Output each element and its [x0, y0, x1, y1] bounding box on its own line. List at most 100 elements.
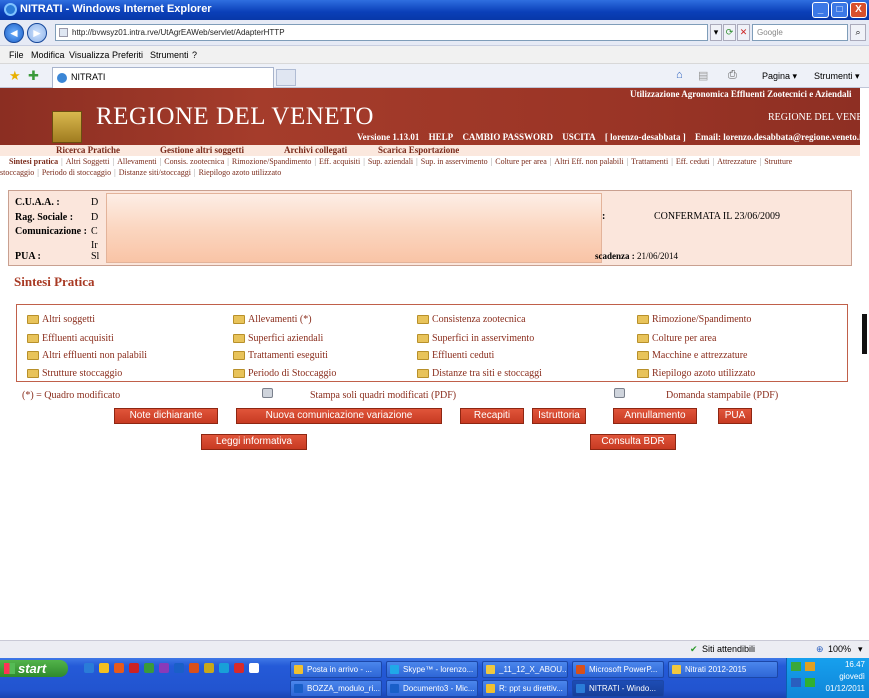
istruttoria-button[interactable]: Istruttoria: [532, 408, 586, 424]
onenote-quicklaunch-icon[interactable]: [159, 663, 169, 673]
link-distanze-siti-stoccaggi[interactable]: Distanze tra siti e stoccaggi: [417, 368, 542, 379]
zoom-level[interactable]: 100%: [828, 644, 851, 654]
taskbar-item[interactable]: Documento3 - Mic...: [386, 680, 478, 697]
nav-ricerca-pratiche[interactable]: Ricerca Pratiche: [56, 145, 120, 155]
new-tab-button[interactable]: [276, 69, 296, 86]
link-altri-soggetti[interactable]: Altri soggetti: [27, 314, 95, 325]
taskbar-item[interactable]: Nitrati 2012-2015: [668, 661, 778, 678]
menu-visualizza[interactable]: Visualizza: [69, 50, 109, 60]
app-quicklaunch-icon[interactable]: [234, 663, 244, 673]
section-nav-link[interactable]: Altri Eff. non palabili: [554, 157, 623, 166]
logout-link[interactable]: USCITA: [562, 132, 595, 142]
link-superfici-aziendali[interactable]: Superfici aziendali: [233, 333, 323, 344]
section-nav-link[interactable]: stoccaggio: [0, 168, 34, 177]
taskbar-item[interactable]: R: ppt su direttiv...: [482, 680, 568, 697]
leggi-informativa-button[interactable]: Leggi informativa: [201, 434, 307, 450]
annullamento-button[interactable]: Annullamento: [613, 408, 697, 424]
menu-help[interactable]: ?: [192, 50, 197, 60]
taskbar-item[interactable]: BOZZA_modulo_ri...: [290, 680, 382, 697]
print-icon[interactable]: ⎙: [728, 69, 737, 82]
section-nav-link[interactable]: Consis. zootecnica: [164, 157, 224, 166]
nav-gestione-altri-soggetti[interactable]: Gestione altri soggetti: [160, 145, 244, 155]
link-allevamenti[interactable]: Allevamenti (*): [233, 314, 312, 325]
taskbar-item[interactable]: Posta in arrivo - ...: [290, 661, 382, 678]
nav-archivi-collegati[interactable]: Archivi collegati: [284, 145, 347, 155]
link-trattamenti-eseguiti[interactable]: Trattamenti eseguiti: [233, 350, 328, 361]
powerpoint-quicklaunch-icon[interactable]: [189, 663, 199, 673]
section-nav-link[interactable]: Periodo di stoccaggio: [42, 168, 111, 177]
section-nav-link[interactable]: Sup. aziendali: [368, 157, 413, 166]
recapiti-button[interactable]: Recapiti: [460, 408, 524, 424]
section-nav-link[interactable]: Altri Soggetti: [66, 157, 110, 166]
outlook-quicklaunch-icon[interactable]: [204, 663, 214, 673]
zoom-dropdown-icon[interactable]: ▾: [858, 644, 863, 655]
search-input[interactable]: Google: [752, 24, 848, 41]
page-menu[interactable]: Pagina ▾: [762, 71, 797, 82]
back-button[interactable]: ◄: [4, 23, 24, 43]
update-icon[interactable]: [805, 678, 815, 687]
word-quicklaunch-icon[interactable]: [174, 663, 184, 673]
section-nav-link[interactable]: Sintesi pratica: [9, 157, 58, 166]
link-riepilogo-azoto[interactable]: Riepilogo azoto utilizzato: [637, 368, 755, 379]
acrobat-quicklaunch-icon[interactable]: [129, 663, 139, 673]
menu-modifica[interactable]: Modifica: [31, 50, 65, 60]
start-button[interactable]: start: [0, 660, 68, 677]
home-icon[interactable]: ⌂: [676, 69, 683, 81]
firefox-quicklaunch-icon[interactable]: [114, 663, 124, 673]
section-nav-link[interactable]: Allevamenti: [117, 157, 157, 166]
minimize-button[interactable]: _: [812, 2, 829, 18]
menu-preferiti[interactable]: Preferiti: [112, 50, 143, 60]
skype-quicklaunch-icon[interactable]: [219, 663, 229, 673]
section-nav-link[interactable]: Rimozione/Spandimento: [232, 157, 312, 166]
tab-nitrati[interactable]: NITRATI: [52, 67, 274, 88]
consulta-bdr-button[interactable]: Consulta BDR: [590, 434, 676, 450]
section-nav-link[interactable]: Eff. acquisiti: [319, 157, 360, 166]
print-application-pdf-link[interactable]: Domanda stampabile (PDF): [666, 390, 778, 401]
forward-button[interactable]: ►: [27, 23, 47, 43]
maximize-button[interactable]: □: [831, 2, 848, 18]
tools-menu[interactable]: Strumenti ▾: [814, 71, 860, 82]
menu-strumenti[interactable]: Strumenti: [150, 50, 189, 60]
taskbar-item[interactable]: Skype™ - lorenzo...: [386, 661, 478, 678]
help-link[interactable]: HELP: [429, 132, 454, 142]
nuova-comunicazione-button[interactable]: Nuova comunicazione variazione: [236, 408, 442, 424]
excel-quicklaunch-icon[interactable]: [144, 663, 154, 673]
section-nav-link[interactable]: Trattamenti: [631, 157, 668, 166]
taskbar-item[interactable]: _11_12_X_ABOU...: [482, 661, 568, 678]
link-periodo-di-stoccaggio[interactable]: Periodo di Stoccaggio: [233, 368, 336, 379]
pua-button[interactable]: PUA: [718, 408, 752, 424]
taskbar-item[interactable]: Microsoft PowerP...: [572, 661, 664, 678]
link-rimozione-spandimento[interactable]: Rimozione/Spandimento: [637, 314, 751, 325]
nav-scarica-esportazione[interactable]: Scarica Esportazione: [378, 145, 459, 155]
print-icon[interactable]: [614, 388, 625, 398]
section-nav-link[interactable]: Attrezzature: [717, 157, 757, 166]
link-effluenti-acquisiti[interactable]: Effluenti acquisiti: [27, 333, 114, 344]
link-colture-per-area[interactable]: Colture per area: [637, 333, 716, 344]
section-nav-link[interactable]: Distanze siti/stoccaggi: [119, 168, 191, 177]
close-button[interactable]: X: [850, 2, 867, 18]
volume-icon[interactable]: [791, 678, 801, 687]
change-password-link[interactable]: CAMBIO PASSWORD: [462, 132, 553, 142]
section-nav-link[interactable]: Strutture: [764, 157, 792, 166]
link-altri-effluenti-non-palabili[interactable]: Altri effluenti non palabili: [27, 350, 147, 361]
print-icon[interactable]: [262, 388, 273, 398]
add-favorite-icon[interactable]: ✚: [28, 68, 39, 84]
section-nav-link[interactable]: Sup. in asservimento: [421, 157, 488, 166]
security-icon[interactable]: [805, 662, 815, 671]
search-icon[interactable]: ⌕: [850, 24, 866, 41]
link-macchine-attrezzature[interactable]: Macchine e attrezzature: [637, 350, 748, 361]
favorites-star-icon[interactable]: ★: [9, 68, 21, 84]
section-nav-link[interactable]: Eff. ceduti: [676, 157, 710, 166]
network-icon[interactable]: [791, 662, 801, 671]
stop-icon[interactable]: ✕: [737, 24, 750, 41]
link-strutture-stoccaggio[interactable]: Strutture stoccaggio: [27, 368, 122, 379]
explorer-quicklaunch-icon[interactable]: [99, 663, 109, 673]
ie-quicklaunch-icon[interactable]: [84, 663, 94, 673]
menu-file[interactable]: File: [9, 50, 24, 60]
address-dropdown-button[interactable]: ▾: [710, 24, 722, 41]
link-superfici-in-asservimento[interactable]: Superfici in asservimento: [417, 333, 534, 344]
section-nav-link[interactable]: Colture per area: [495, 157, 547, 166]
address-bar[interactable]: http://bvwsyz01.intra.rve/UtAgrEAWeb/ser…: [55, 24, 708, 41]
section-nav-link[interactable]: Riepilogo azoto utilizzato: [199, 168, 282, 177]
desktop-quicklaunch-icon[interactable]: [249, 663, 259, 673]
